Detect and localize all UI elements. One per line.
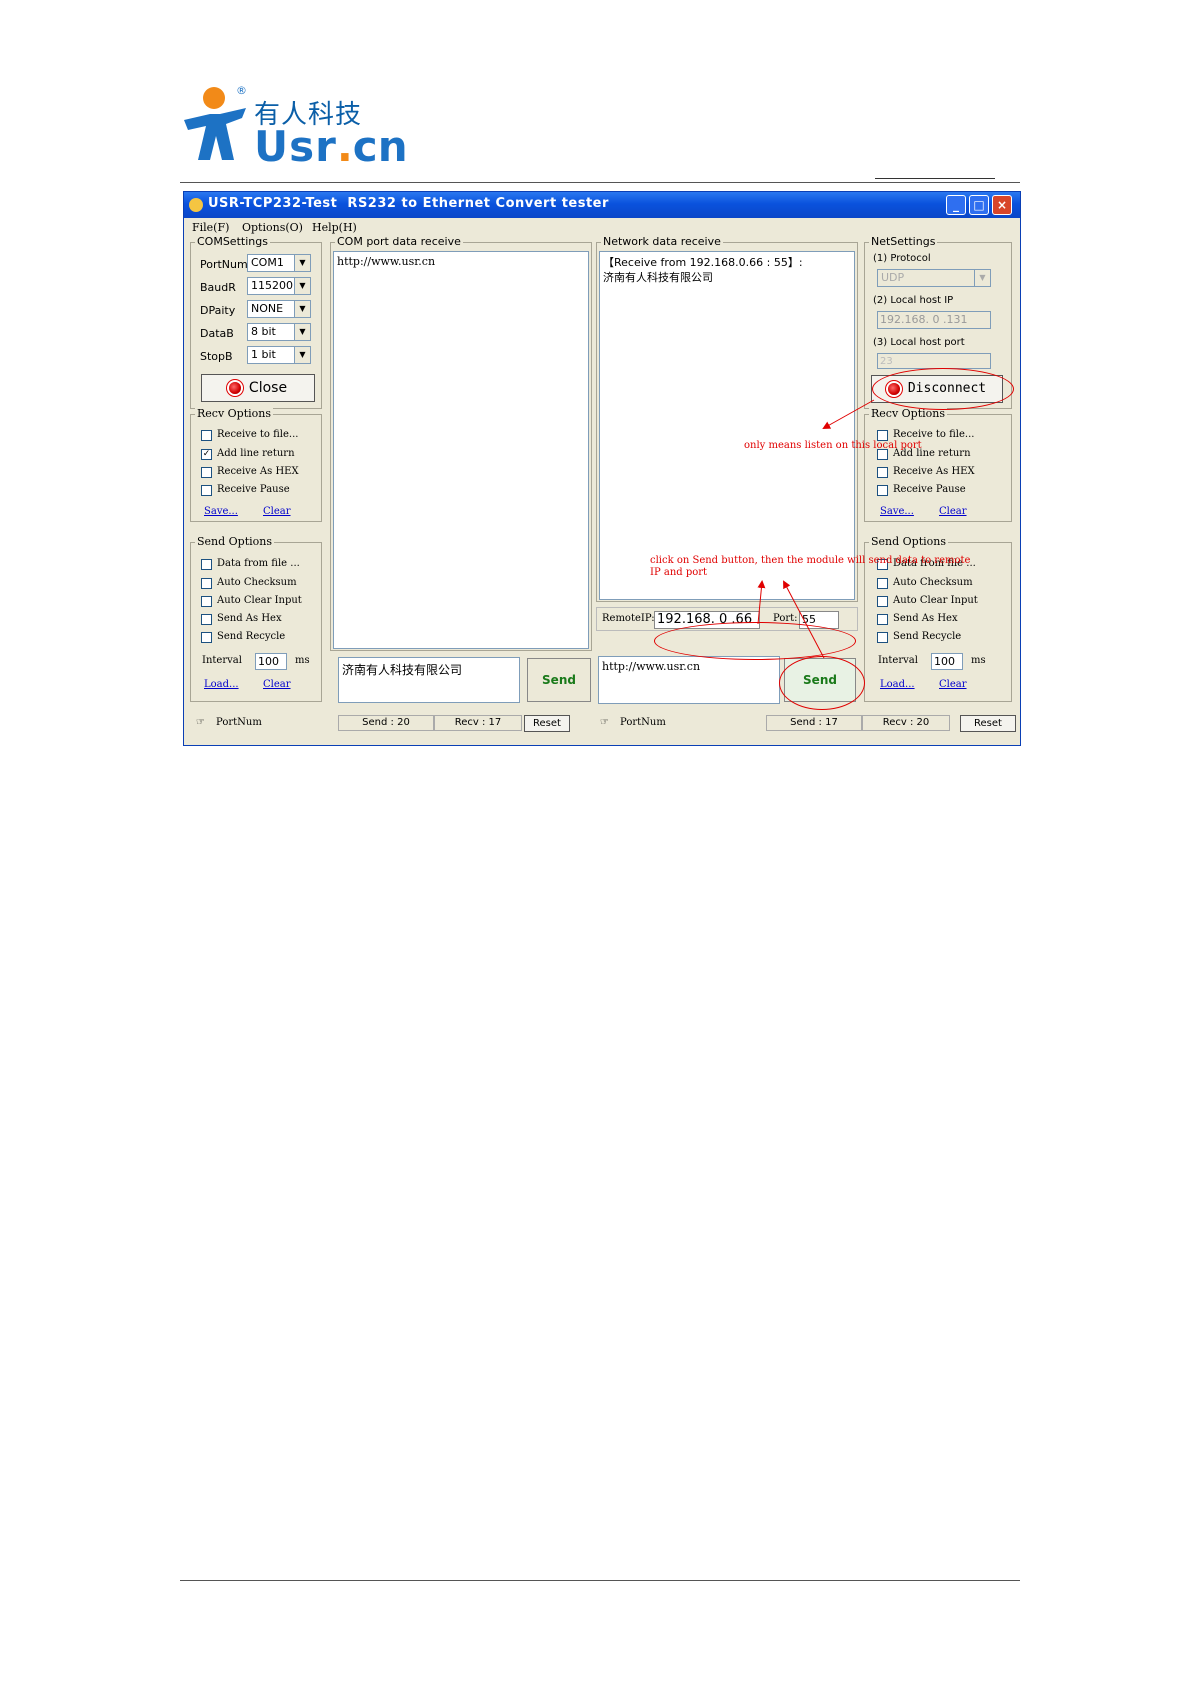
header-rule bbox=[180, 182, 1020, 183]
header-rule-short bbox=[875, 178, 995, 179]
annotation-arrows bbox=[757, 399, 875, 659]
logo-domain: Usr.cn bbox=[254, 122, 408, 171]
logo-usr: Usr bbox=[254, 122, 337, 171]
logo-dot: . bbox=[336, 122, 353, 171]
footer-rule bbox=[180, 1580, 1020, 1581]
company-logo: 有人科技 ® Usr.cn bbox=[180, 84, 408, 171]
logo-cn-domain: cn bbox=[352, 122, 408, 171]
logo-registered-mark: ® bbox=[236, 84, 247, 97]
app-window: USR-TCP232-Test RS232 to Ethernet Conver… bbox=[183, 191, 1021, 746]
